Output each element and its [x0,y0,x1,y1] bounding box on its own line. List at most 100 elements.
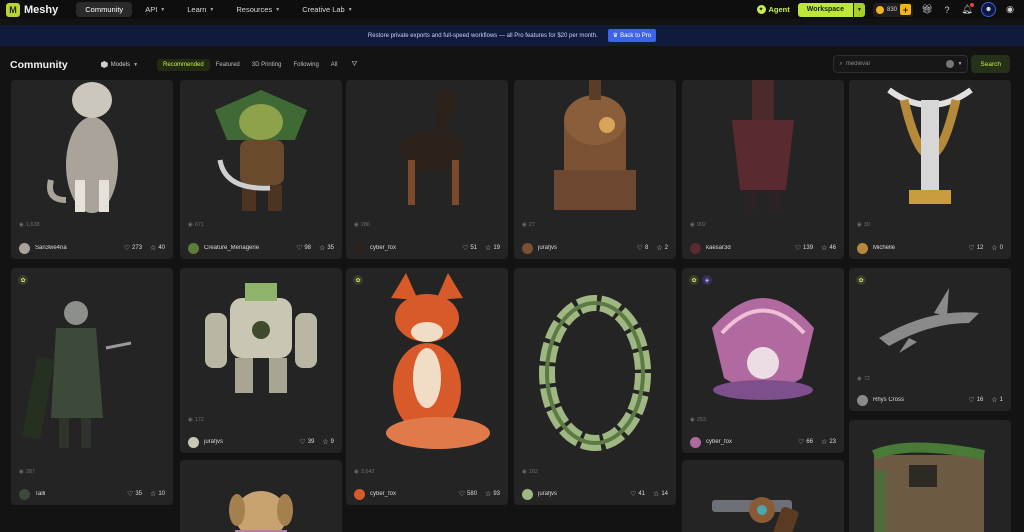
model-thumbnail-knight-red[interactable] [682,80,844,213]
credits-badge[interactable]: 830 + [872,2,913,17]
model-thumbnail-dog2[interactable] [180,460,342,532]
model-card[interactable]: ✿ ◉ 72 Rhys Cross ♡ 16 ☆ 1 [849,268,1011,411]
workspace-dropdown-icon[interactable]: ▼ [853,2,865,17]
favorite-button[interactable]: ☆ 93 [485,490,500,498]
model-card[interactable]: ◉ 286 cyber_fox ♡ 51 ☆ 19 [346,80,508,259]
author-avatar[interactable] [354,488,365,500]
like-button[interactable]: ♡ 66 [798,438,813,446]
author-avatar[interactable] [522,488,533,500]
like-button[interactable]: ♡ 8 [637,244,649,252]
author-avatar[interactable] [690,436,701,448]
author-name[interactable]: kaesar3d [706,245,787,251]
bell-icon[interactable]: 🔔︎ [961,2,974,16]
author-avatar[interactable] [188,436,199,448]
author-avatar[interactable] [354,242,365,254]
favorite-button[interactable]: ☆ 2 [656,244,668,252]
favorite-button[interactable]: ☆ 46 [821,244,836,252]
favorite-button[interactable]: ☆ 1 [991,396,1003,404]
back-to-pro-button[interactable]: ♛ Back to Pro [607,29,657,42]
image-search-icon[interactable] [946,60,955,68]
like-button[interactable]: ♡ 273 [124,244,142,252]
favorite-button[interactable]: ☆ 35 [319,244,334,252]
author-name[interactable]: jurafjvs [538,245,629,251]
model-card[interactable]: ✿ ◈ ◉ 253 cyber_fox ♡ 66 ☆ 23 [682,268,844,453]
model-thumbnail-house[interactable] [849,420,1011,532]
search-options-chevron-icon[interactable]: ▼ [957,61,962,67]
model-thumbnail-dog[interactable] [346,80,508,213]
model-thumbnail-dolphin[interactable] [849,268,1011,367]
model-card[interactable] [180,460,342,532]
models-dropdown[interactable]: Models ▼ [100,61,138,68]
workspace-button[interactable]: Workspace [797,2,853,17]
author-name[interactable]: Talli [35,491,119,497]
nav-link-creative-lab[interactable]: Creative Lab ▼ [293,2,361,17]
gift-icon[interactable]: 🎁︎ [921,4,933,16]
discord-icon[interactable]: ◉ [1004,4,1016,16]
author-avatar[interactable] [19,242,30,254]
author-avatar[interactable] [857,394,868,406]
author-avatar[interactable] [188,242,199,254]
agent-button[interactable]: ✦ Agent [756,5,790,14]
model-card[interactable]: ✿ ◉ 287 Talli ♡ 35 ☆ 10 [11,268,173,505]
author-name[interactable]: Rhys Cross [873,397,960,403]
tab-all[interactable]: All [325,59,344,71]
model-thumbnail-goblin[interactable] [180,80,342,213]
favorite-button[interactable]: ☆ 9 [322,438,334,446]
favorite-button[interactable]: ☆ 23 [821,438,836,446]
model-card[interactable]: ✿ ◉ 3,642 cyber_fox ♡ 580 ☆ 93 [346,268,508,505]
favorite-button[interactable]: ☆ 0 [991,244,1003,252]
model-thumbnail-fox[interactable] [346,268,508,460]
user-avatar[interactable]: ☻ [981,2,996,17]
author-name[interactable]: cyber_fox [370,245,454,251]
author-avatar[interactable] [522,242,533,254]
model-card[interactable] [849,420,1011,532]
author-name[interactable]: cyber_fox [706,439,790,445]
favorite-button[interactable]: ☆ 10 [150,490,165,498]
model-card[interactable]: ◉ 172 jurafjvs ♡ 39 ☆ 9 [180,268,342,453]
search-input[interactable] [845,61,932,67]
like-button[interactable]: ♡ 139 [795,244,813,252]
help-icon[interactable]: ? [941,4,953,16]
logo[interactable]: M Meshy [6,2,58,17]
like-button[interactable]: ♡ 51 [462,244,477,252]
model-card[interactable]: ◉ 902 kaesar3d ♡ 139 ☆ 46 [682,80,844,259]
favorite-button[interactable]: ☆ 14 [653,490,668,498]
model-thumbnail-warrior[interactable] [11,268,173,460]
model-thumbnail-mech[interactable] [180,268,342,408]
author-avatar[interactable] [857,242,868,254]
tab-featured[interactable]: Featured [210,59,246,71]
like-button[interactable]: ♡ 98 [296,244,311,252]
like-button[interactable]: ♡ 12 [968,244,983,252]
like-button[interactable]: ♡ 580 [459,490,477,498]
model-thumbnail-shell[interactable] [682,268,844,408]
author-name[interactable]: cyber_fox [370,491,451,497]
nav-link-learn[interactable]: Learn ▼ [178,2,223,17]
model-card[interactable]: ◉ 1,638 San3we4ria ♡ 273 ☆ 40 [11,80,173,259]
author-name[interactable]: jurafjvs [204,439,291,445]
like-button[interactable]: ♡ 41 [630,490,645,498]
author-name[interactable]: Creature_Menagerie [204,245,288,251]
search-button[interactable]: Search [971,55,1010,73]
tab-following[interactable]: Following [287,59,324,71]
model-card[interactable] [682,460,844,532]
model-thumbnail-cat[interactable] [11,80,173,213]
author-avatar[interactable] [690,242,701,254]
nav-link-resources[interactable]: Resources ▼ [227,2,289,17]
nav-link-community[interactable]: Community [76,2,133,17]
like-button[interactable]: ♡ 35 [127,490,142,498]
favorite-button[interactable]: ☆ 40 [150,244,165,252]
add-credits-icon[interactable]: + [900,4,911,15]
author-avatar[interactable] [19,488,30,500]
model-thumbnail-trophy[interactable] [849,80,1011,213]
model-thumbnail-ring[interactable] [514,268,676,460]
favorite-button[interactable]: ☆ 19 [485,244,500,252]
tab-recommended[interactable]: Recommended [157,58,210,71]
author-name[interactable]: San3we4ria [35,245,116,251]
tab-3d-printing[interactable]: 3D Printing [246,59,288,71]
nav-link-api[interactable]: API ▼ [136,2,174,17]
like-button[interactable]: ♡ 39 [299,438,314,446]
model-card[interactable]: ◉ 671 Creature_Menagerie ♡ 98 ☆ 35 [180,80,342,259]
author-name[interactable]: jurafjvs [538,491,622,497]
like-button[interactable]: ♡ 16 [968,396,983,404]
model-thumbnail-tower[interactable] [514,80,676,213]
